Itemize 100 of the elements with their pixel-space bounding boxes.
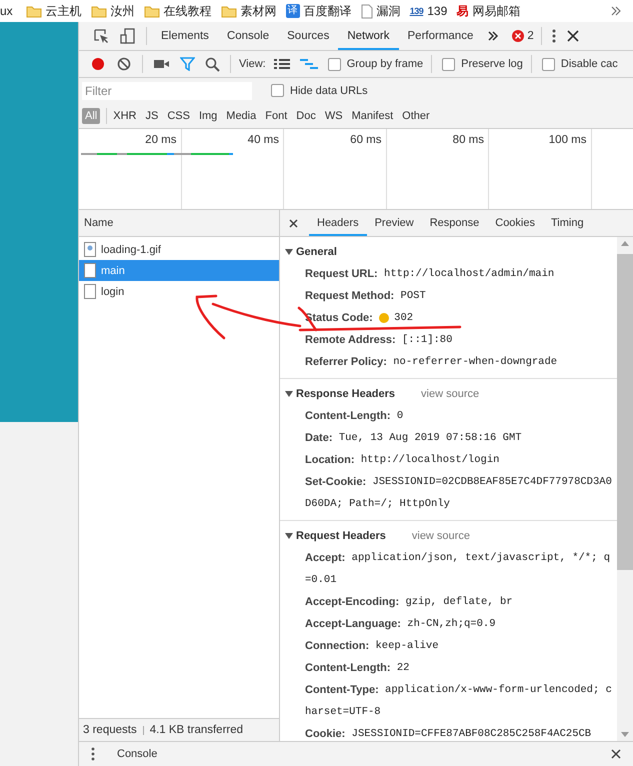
header-line: Set-Cookie: JSESSIONID=02CDB8EAF85E7C4DF77978CD3A0D60DA; Path=/; HttpOnly: [305, 475, 613, 512]
drawer-tab[interactable]: Console: [117, 748, 158, 760]
image-file-icon: [84, 242, 96, 257]
checkbox[interactable]: [542, 58, 555, 70]
header-line: Location: http://localhost/login: [305, 453, 500, 468]
header-line: Accept-Encoding: gzip, deflate, br: [305, 595, 514, 610]
section-title[interactable]: Request Headers: [296, 530, 386, 542]
time-tick-label: 100 ms: [548, 134, 586, 146]
view-label: View:: [239, 58, 266, 70]
section-title[interactable]: Response Headers: [296, 388, 396, 400]
type-filter[interactable]: Font: [262, 108, 290, 124]
column-header[interactable]: Name: [79, 210, 279, 237]
checkbox-label: Disable cac: [560, 58, 618, 70]
bookmark-link[interactable]: 云主机: [46, 3, 82, 19]
close-icon[interactable]: [566, 30, 579, 42]
bookmark-link[interactable]: ux: [0, 3, 13, 19]
panel-tab[interactable]: Network: [338, 22, 399, 50]
more-tabs-icon[interactable]: [487, 30, 500, 42]
close-icon[interactable]: [611, 749, 621, 759]
panel-tab[interactable]: Sources: [278, 22, 338, 50]
device-icon[interactable]: [120, 27, 136, 45]
request-name: main: [101, 264, 125, 276]
checkbox[interactable]: [271, 84, 284, 97]
error-icon: [512, 30, 524, 42]
bookmark-link[interactable]: 139: [427, 3, 448, 19]
transferred-size: 4.1 KB transferred: [150, 724, 244, 736]
view-source-link[interactable]: view source: [421, 388, 480, 400]
header-value: 302: [394, 312, 414, 324]
more-bookmarks-icon[interactable]: [611, 6, 621, 16]
type-filter[interactable]: Manifest: [348, 108, 396, 124]
checkbox[interactable]: [442, 58, 456, 70]
checkbox-label: Hide data URLs: [290, 84, 368, 96]
request-name: loading-1.gif: [101, 244, 161, 256]
record-icon[interactable]: [90, 56, 106, 72]
folder-icon: [144, 4, 160, 18]
section-title[interactable]: General: [296, 246, 337, 258]
expanded-triangle-icon[interactable]: [285, 533, 293, 539]
expanded-triangle-icon[interactable]: [285, 249, 293, 255]
waterfall-view-icon[interactable]: [300, 58, 318, 70]
bookmark-link[interactable]: 漏洞: [376, 3, 401, 19]
detail-tab[interactable]: Headers: [309, 210, 367, 236]
detail-tab[interactable]: Preview: [366, 210, 422, 236]
logo-icon: 139: [410, 6, 424, 16]
close-icon[interactable]: [289, 218, 298, 228]
filter-field[interactable]: Filter: [82, 82, 252, 100]
panel-tab[interactable]: Console: [218, 22, 278, 50]
detail-tab[interactable]: Timing: [543, 210, 592, 236]
checkbox-label: Preserve log: [461, 58, 523, 70]
type-filter[interactable]: Media: [223, 108, 260, 124]
checkbox-label: Group by frame: [346, 58, 424, 70]
header-line: Accept-Language: zh-CN,zh;q=0.9: [305, 617, 496, 632]
header-line: Connection: keep-alive: [305, 639, 440, 654]
detail-tab[interactable]: Response: [422, 210, 488, 236]
panel-tab[interactable]: Elements: [152, 22, 218, 50]
filter-icon[interactable]: [180, 57, 195, 71]
header-line: Cookie: JSESSIONID=CFFE87ABF08C285C258F4AC25CB: [305, 727, 592, 741]
expanded-triangle-icon[interactable]: [285, 391, 293, 397]
inspect-icon[interactable]: [92, 27, 110, 45]
type-filter[interactable]: Other: [399, 108, 433, 124]
detail-tab[interactable]: Cookies: [487, 210, 543, 236]
clear-icon[interactable]: [116, 56, 132, 72]
type-filter[interactable]: Img: [196, 108, 220, 124]
type-filter[interactable]: CSS: [164, 108, 193, 124]
menu-icon[interactable]: [91, 747, 95, 761]
header-line: Request URL: http://localhost/admin/main: [305, 267, 556, 282]
header-line: Content-Type: application/x-www-form-urlencoded; charset=UTF-8: [305, 683, 613, 720]
page-icon: [360, 4, 373, 18]
time-tick-label: 60 ms: [350, 134, 382, 146]
type-filter[interactable]: JS: [142, 108, 162, 124]
header-line: Date: Tue, 13 Aug 2019 07:58:16 GMT: [305, 431, 523, 446]
time-tick-label: 20 ms: [145, 134, 176, 146]
type-filter[interactable]: XHR: [110, 108, 140, 124]
scrollbar-thumb[interactable]: [617, 254, 633, 570]
header-line: Referrer Policy: no-referrer-when-downgrade: [305, 355, 558, 370]
view-source-link[interactable]: view source: [412, 530, 470, 542]
menu-icon[interactable]: [552, 29, 556, 43]
folder-icon: [26, 4, 42, 18]
type-filter[interactable]: Doc: [293, 108, 319, 124]
bookmark-link[interactable]: 百度翻译: [304, 3, 352, 19]
bookmark-link[interactable]: 汝州: [110, 3, 135, 19]
checkbox[interactable]: [328, 58, 341, 70]
type-filter[interactable]: WS: [322, 108, 346, 124]
bookmark-link[interactable]: 网易邮箱: [472, 3, 520, 19]
document-icon: [84, 263, 96, 278]
panel-tab[interactable]: Performance: [398, 22, 482, 50]
header-line: Request Method: POST: [305, 289, 427, 304]
bookmark-link[interactable]: 素材网: [240, 3, 277, 19]
error-count[interactable]: 2: [527, 30, 534, 42]
scrollbar[interactable]: [617, 237, 633, 741]
header-line: Remote Address: [::1]:80: [305, 333, 454, 348]
list-view-icon[interactable]: [274, 58, 290, 70]
camera-icon[interactable]: [153, 58, 170, 70]
time-tick-label: 80 ms: [452, 134, 484, 146]
request-name: login: [101, 286, 124, 298]
bookmark-link[interactable]: 在线教程: [164, 3, 212, 19]
header-line: Content-Length: 22: [305, 661, 410, 676]
search-icon[interactable]: [205, 56, 220, 72]
request-count: 3 requests: [83, 724, 137, 736]
translate-icon: 译: [286, 4, 300, 18]
logo-icon: 易: [456, 2, 468, 20]
